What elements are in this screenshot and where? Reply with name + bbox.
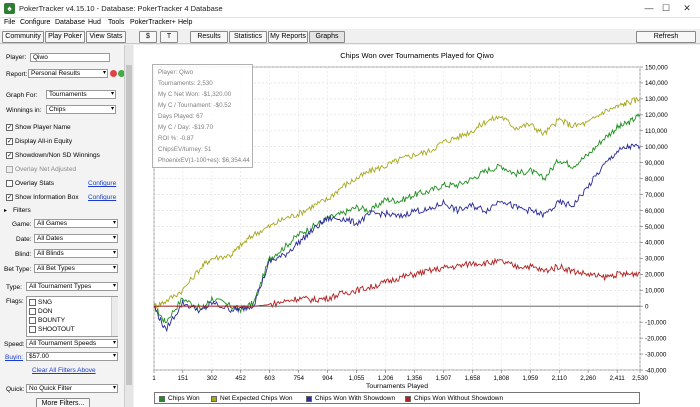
y-tick-label: 110,000 [645, 128, 668, 135]
info-chipsev: ChipsEV/turney: 51 [158, 146, 212, 153]
y-tick-label: 90,000 [645, 160, 665, 167]
y-tick-label: 70,000 [645, 192, 665, 199]
legend-swatch-chips-won [159, 396, 165, 402]
x-tick-label: 1 [152, 375, 156, 382]
x-tick-label: 1,356 [407, 375, 423, 382]
y-tick-label: 10,000 [645, 288, 665, 295]
info-roi: ROI %: -0.87 [158, 135, 194, 142]
legend-swatch-net-expected [211, 396, 217, 402]
x-tick-label: 904 [322, 375, 333, 382]
chart-legend: Chips Won Net Expected Chips Won Chips W… [154, 392, 640, 404]
y-tick-label: 50,000 [645, 224, 665, 231]
y-tick-label: 130,000 [645, 96, 668, 103]
y-tick-label: 150,000 [645, 64, 668, 71]
legend-label-net-expected: Net Expected Chips Won [220, 395, 293, 402]
info-net-won: My C Net Won: -$1,320.00 [158, 91, 232, 98]
x-tick-label: 151 [178, 375, 189, 382]
x-tick-label: 2,530 [632, 375, 648, 382]
info-days-played: Days Played: 67 [158, 113, 204, 120]
information-box: Player: Qiwo Tournaments: 2,530 My C Net… [152, 64, 253, 168]
legend-swatch-without-showdown [405, 396, 411, 402]
y-tick-label: -30,000 [645, 351, 667, 358]
chips-won-chart: 150,000140,000130,000120,000110,000100,0… [152, 64, 668, 390]
y-tick-label: 40,000 [645, 240, 665, 247]
legend-label-with-showdown: Chips Won With Showdown [315, 395, 396, 402]
x-tick-label: 1,507 [436, 375, 452, 382]
legend-swatch-with-showdown [306, 396, 312, 402]
x-tick-label: 2,411 [609, 375, 625, 382]
info-tournaments: Tournaments: 2,530 [158, 80, 213, 87]
y-tick-label: 0 [645, 304, 649, 311]
y-tick-label: 120,000 [645, 112, 668, 119]
y-tick-label: -20,000 [645, 335, 667, 342]
info-per-tournament: My C / Tournament: -$0.52 [158, 102, 232, 109]
x-tick-label: 1,658 [465, 375, 481, 382]
y-tick-label: 100,000 [645, 144, 668, 151]
info-player: Player: Qiwo [158, 69, 194, 76]
y-tick-label: -40,000 [645, 367, 667, 374]
x-tick-label: 452 [235, 375, 246, 382]
x-tick-label: 754 [293, 375, 304, 382]
x-tick-label: 1,055 [349, 375, 365, 382]
info-phoenixev: PhoenixEV(1-100+es): $6,354.44 [158, 157, 250, 164]
x-axis-label: Tournaments Played [366, 383, 428, 390]
y-tick-label: 60,000 [645, 208, 665, 215]
x-tick-label: 1,959 [522, 375, 538, 382]
x-tick-label: 2,260 [580, 375, 596, 382]
x-tick-label: 603 [264, 375, 275, 382]
y-tick-label: -10,000 [645, 319, 667, 326]
x-tick-label: 2,110 [552, 375, 568, 382]
legend-label-without-showdown: Chips Won Without Showdown [414, 395, 504, 402]
x-tick-label: 1,808 [493, 375, 509, 382]
y-tick-label: 30,000 [645, 256, 665, 263]
legend-label-chips-won: Chips Won [168, 395, 200, 402]
x-tick-label: 302 [207, 375, 218, 382]
x-tick-label: 1,206 [378, 375, 394, 382]
y-tick-label: 80,000 [645, 176, 665, 183]
info-per-day: My C / Day: -$19.70 [158, 124, 214, 131]
y-tick-label: 140,000 [645, 80, 668, 87]
y-tick-label: 20,000 [645, 272, 665, 279]
